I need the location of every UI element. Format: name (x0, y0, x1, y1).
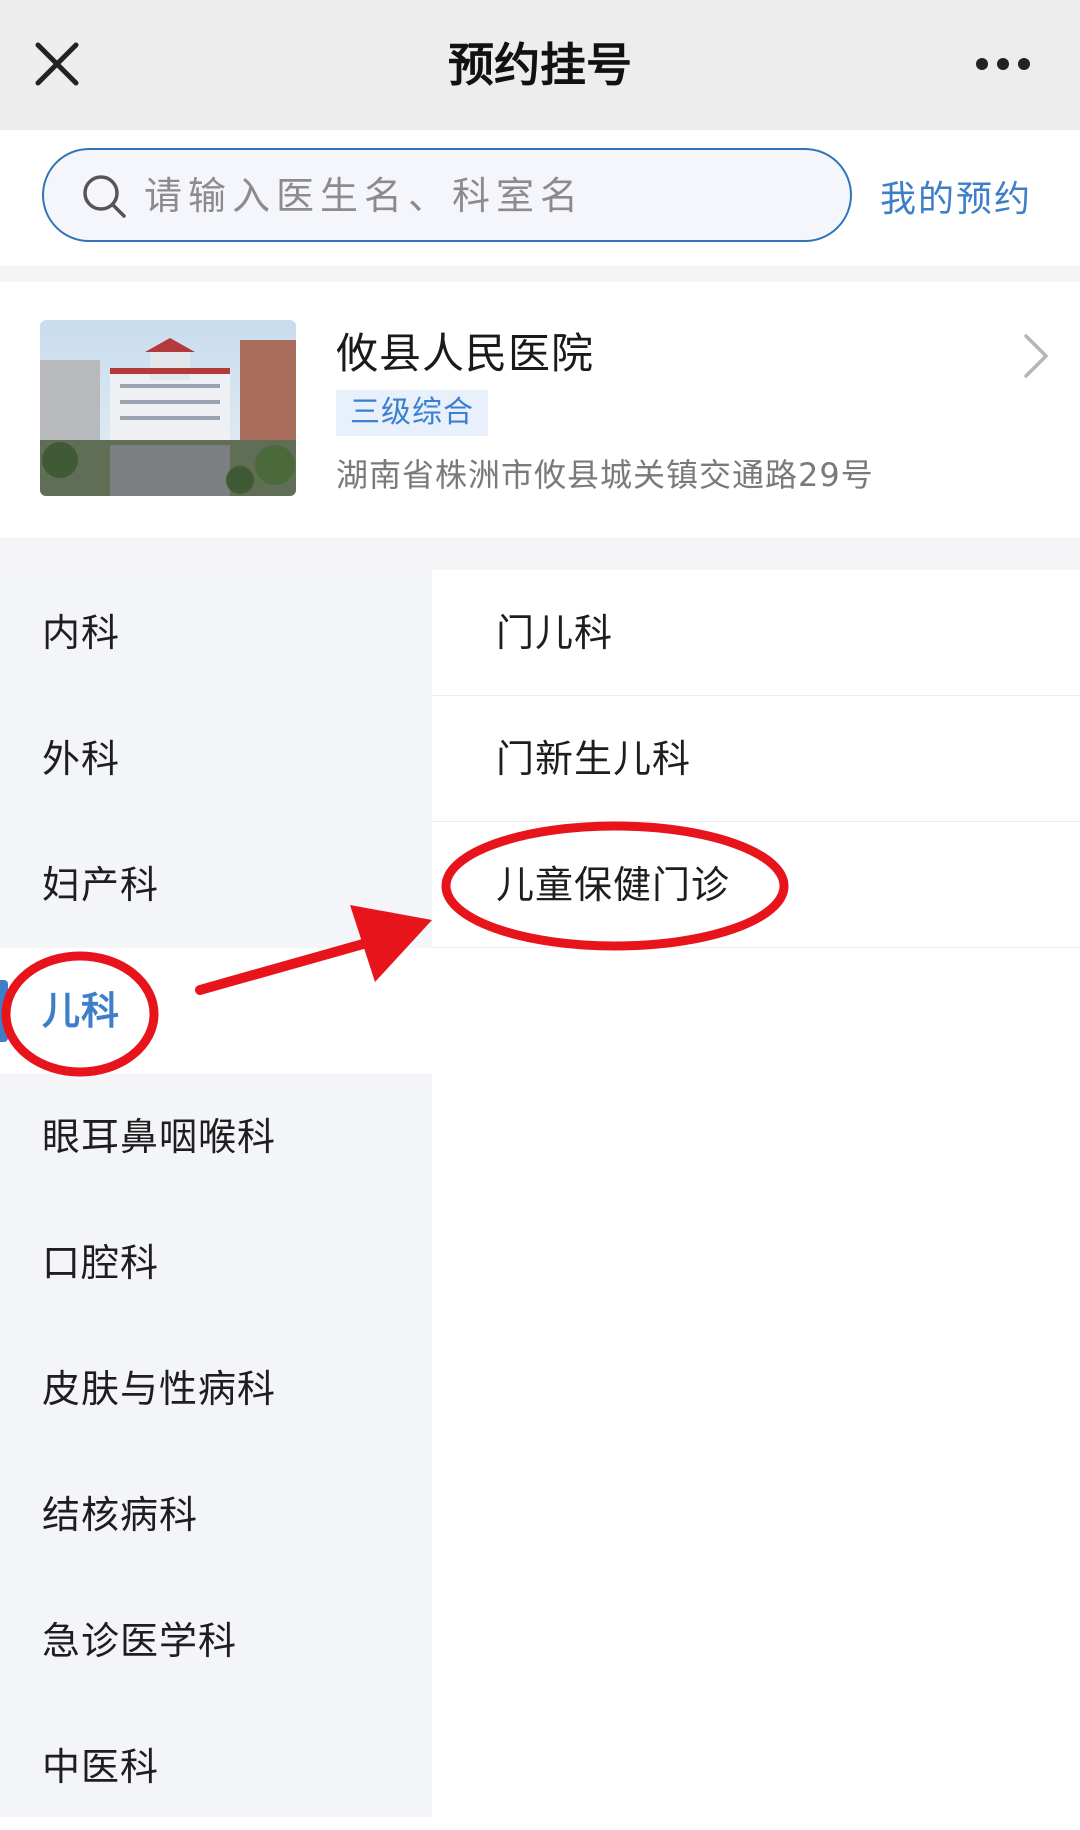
department-item-label: 儿科 (42, 989, 121, 1033)
department-item[interactable]: 中医科 (0, 1704, 432, 1830)
active-indicator (0, 980, 8, 1042)
close-button[interactable] (28, 35, 88, 95)
more-button[interactable] (968, 44, 1038, 84)
divider (0, 266, 1080, 282)
hospital-name: 攸县人民医院 (336, 329, 595, 378)
chevron-right-icon (1024, 334, 1048, 378)
divider (0, 538, 1080, 570)
close-icon (35, 42, 79, 86)
hospital-card[interactable]: 攸县人民医院 三级综合 湖南省株洲市攸县城关镇交通路29号 (0, 282, 1080, 538)
hospital-photo (40, 320, 296, 496)
search-box[interactable] (42, 148, 852, 242)
department-item[interactable]: 外科 (0, 696, 432, 822)
department-item[interactable]: 口腔科 (0, 1200, 432, 1326)
more-icon (976, 58, 1030, 70)
search-bar: 我的预约 (0, 130, 1080, 266)
department-item[interactable]: 内科 (0, 570, 432, 696)
department-list: 内科 外科 妇产科 儿科 眼耳鼻咽喉科 口腔科 皮肤与性病科 结核病科 急诊医学… (0, 570, 432, 1817)
search-input[interactable] (142, 150, 836, 242)
subdepartment-item[interactable]: 门新生儿科 (432, 696, 1080, 822)
my-appointments-link[interactable]: 我的预约 (880, 170, 1032, 230)
subdepartment-item[interactable]: 门儿科 (432, 570, 1080, 696)
hospital-level-badge: 三级综合 (336, 390, 488, 436)
department-item[interactable]: 结核病科 (0, 1452, 432, 1578)
department-item[interactable]: 皮肤与性病科 (0, 1326, 432, 1452)
page-title: 预约挂号 (448, 38, 632, 92)
department-item[interactable]: 眼耳鼻咽喉科 (0, 1074, 432, 1200)
top-bar: 预约挂号 (0, 0, 1080, 130)
search-icon (83, 175, 126, 218)
subdepartment-item[interactable]: 儿童保健门诊 (432, 822, 1080, 948)
department-item-active[interactable]: 儿科 (0, 948, 432, 1074)
subdepartment-list: 门儿科 门新生儿科 儿童保健门诊 (432, 570, 1080, 1817)
hospital-address: 湖南省株洲市攸县城关镇交通路29号 (336, 456, 874, 494)
department-item[interactable]: 妇产科 (0, 822, 432, 948)
department-item[interactable]: 急诊医学科 (0, 1578, 432, 1704)
